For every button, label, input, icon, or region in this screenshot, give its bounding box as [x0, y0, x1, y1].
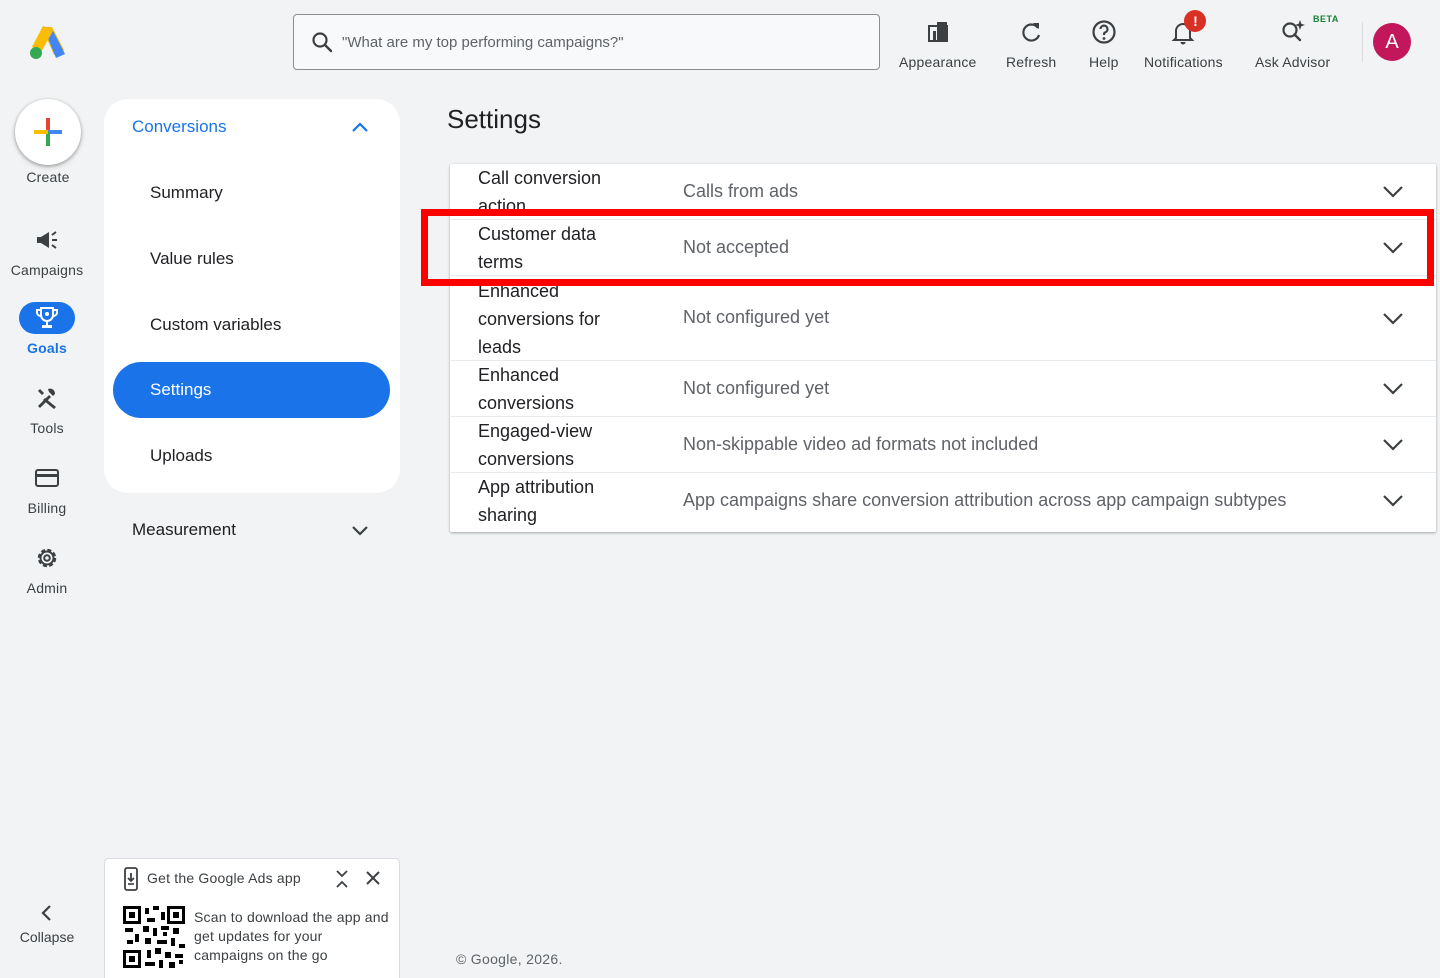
notifications-button[interactable]: ! Notifications: [1144, 10, 1223, 74]
collapse-arrows-icon[interactable]: [334, 869, 350, 889]
setting-value: Not configured yet: [683, 378, 830, 398]
rail-item-tools[interactable]: Tools: [0, 382, 94, 436]
phone-download-icon: [124, 867, 138, 891]
admin-pill: [19, 542, 75, 574]
campaigns-pill: [19, 224, 75, 256]
chevron-down-icon: [1383, 495, 1403, 507]
collapse-button[interactable]: Collapse: [0, 903, 94, 945]
settings-row-call-conversion[interactable]: Call conversion action Calls from ads: [450, 164, 1436, 220]
help-icon: [1092, 20, 1116, 44]
google-ads-logo[interactable]: [26, 22, 68, 62]
app-promo-card: Get the Google Ads app Scan to download …: [104, 858, 400, 978]
refresh-label: Refresh: [1006, 54, 1057, 70]
subnav-item-summary[interactable]: Summary: [150, 183, 223, 203]
subnav-item-custom-variables[interactable]: Custom variables: [150, 315, 281, 335]
settings-list: Call conversion action Calls from ads Cu…: [450, 164, 1436, 532]
promo-title: Get the Google Ads app: [147, 870, 301, 886]
chevron-up-icon[interactable]: [350, 117, 370, 137]
goals-label: Goals: [27, 340, 67, 356]
goals-pill: [19, 302, 75, 334]
search-icon: [312, 32, 333, 53]
chevron-left-icon: [41, 905, 51, 921]
footer-copyright: © Google, 2026.: [456, 951, 563, 967]
tools-label: Tools: [30, 420, 64, 436]
setting-name: App attribution sharing: [478, 477, 595, 525]
subnav-item-settings[interactable]: Settings: [113, 362, 390, 418]
admin-label: Admin: [26, 580, 68, 596]
setting-name: Call conversion action: [478, 168, 602, 216]
megaphone-icon: [37, 231, 57, 249]
account-avatar[interactable]: A: [1373, 23, 1411, 61]
collapse-label: Collapse: [19, 929, 75, 945]
refresh-button[interactable]: Refresh: [1006, 14, 1056, 74]
chevron-down-icon: [1383, 313, 1403, 325]
tools-pill: [19, 382, 75, 414]
appearance-label: Appearance: [899, 54, 977, 70]
billing-pill: [19, 462, 75, 494]
setting-value: Not accepted: [683, 237, 790, 257]
setting-value: Not configured yet: [683, 307, 830, 327]
notifications-label: Notifications: [1144, 54, 1223, 70]
appearance-button[interactable]: Appearance: [899, 14, 977, 74]
plus-icon: [34, 118, 62, 146]
search-input[interactable]: [342, 33, 842, 51]
search-bar[interactable]: [293, 14, 880, 70]
chevron-down-icon: [1383, 186, 1403, 198]
setting-name: Enhanced conversions for leads: [478, 281, 601, 357]
chevron-down-icon: [1383, 439, 1403, 451]
conversions-section-header[interactable]: Conversions: [132, 117, 227, 137]
setting-name: Engaged-view conversions: [478, 421, 593, 469]
chevron-down-icon[interactable]: [350, 520, 370, 540]
trophy-icon: [36, 307, 58, 328]
rail-item-goals[interactable]: Goals: [0, 302, 94, 356]
rail-item-billing[interactable]: Billing: [0, 462, 94, 516]
refresh-icon: [1022, 23, 1041, 42]
setting-name: Customer data terms: [478, 224, 597, 272]
settings-row-app-attribution[interactable]: App attribution sharing App campaigns sh…: [450, 473, 1436, 532]
setting-value: Non-skippable video ad formats not inclu…: [683, 434, 1039, 454]
rail-item-campaigns[interactable]: Campaigns: [0, 224, 94, 278]
settings-row-enhanced-conversions[interactable]: Enhanced conversions Not configured yet: [450, 361, 1436, 417]
subnav-item-uploads[interactable]: Uploads: [150, 446, 212, 466]
top-bar: Appearance Refresh Help ! Notifications: [0, 0, 1440, 86]
header-divider: [1362, 22, 1363, 62]
create-button[interactable]: [15, 99, 81, 165]
beta-tag: BETA: [1313, 14, 1339, 24]
setting-name: Enhanced conversions: [478, 365, 575, 413]
chevron-down-icon: [1383, 383, 1403, 395]
close-icon[interactable]: [365, 870, 381, 886]
subnav-item-value-rules[interactable]: Value rules: [150, 249, 234, 269]
ask-advisor-label: Ask Advisor: [1255, 54, 1331, 70]
create-label: Create: [26, 169, 70, 185]
subnav-item-settings-label: Settings: [150, 380, 212, 399]
setting-value: App campaigns share conversion attributi…: [683, 490, 1287, 510]
appearance-icon: [927, 22, 948, 42]
qr-code-icon: [123, 906, 185, 968]
gear-icon: [37, 548, 57, 568]
page-title: Settings: [447, 104, 541, 134]
notifications-icon-wrap: !: [1169, 10, 1207, 46]
help-button[interactable]: Help: [1089, 14, 1119, 74]
ask-advisor-icon: [1282, 20, 1305, 42]
help-label: Help: [1089, 54, 1119, 70]
measurement-section[interactable]: Measurement: [132, 520, 236, 540]
notification-badge: !: [1184, 10, 1207, 32]
credit-card-icon: [35, 469, 59, 487]
conversions-subnav: Conversions Summary Value rules Custom v…: [104, 99, 400, 493]
setting-value: Calls from ads: [683, 181, 799, 201]
promo-description: Scan to download the app and get updates…: [194, 909, 389, 963]
rail-item-admin[interactable]: Admin: [0, 542, 94, 596]
chevron-down-icon: [1383, 242, 1403, 254]
settings-row-engaged-view[interactable]: Engaged-view conversions Non-skippable v…: [450, 417, 1436, 473]
settings-row-enhanced-conversions-leads[interactable]: Enhanced conversions for leads Not confi…: [450, 276, 1436, 361]
tools-icon: [38, 388, 56, 409]
settings-row-customer-data-terms[interactable]: Customer data terms Not accepted: [450, 220, 1436, 276]
billing-label: Billing: [27, 500, 67, 516]
campaigns-label: Campaigns: [10, 262, 84, 278]
